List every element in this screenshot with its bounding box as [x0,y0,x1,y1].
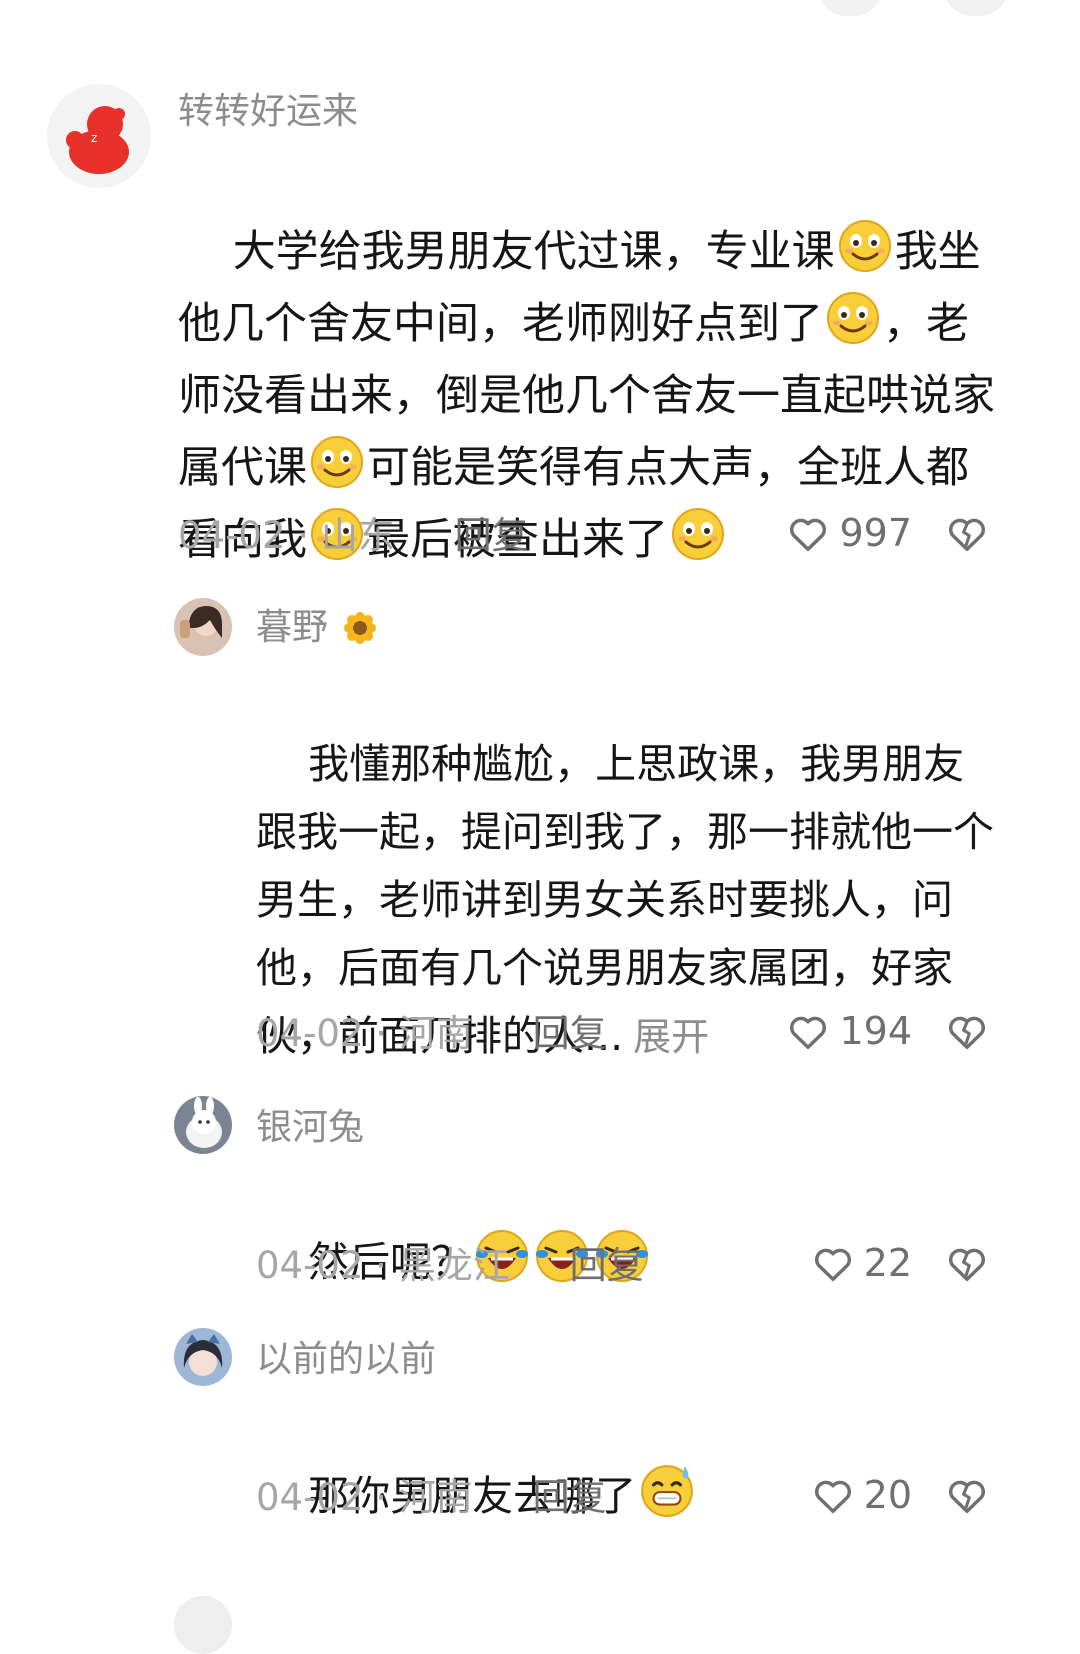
comment-location: 山东 [320,514,395,557]
dislike-button[interactable] [944,510,990,556]
avatar[interactable] [174,1596,232,1654]
dislike-button[interactable] [944,1240,990,1286]
avatar[interactable] [174,1328,232,1386]
comment-location: 河南 [398,1012,473,1055]
comment-date: 04-02 [256,1012,364,1055]
comment-meta: 04-02 · 黑龙江 回复 [256,1244,644,1288]
heart-outline-icon [785,510,831,556]
comment-location: 河南 [398,1476,473,1519]
heart-outline-icon [810,1472,856,1518]
comment-location: 黑龙江 [398,1244,510,1287]
heart-outline-icon [785,1008,831,1054]
like-count: 194 [839,1009,912,1053]
broken-heart-icon [944,1008,990,1054]
comment-text-segment: 大学给我男朋友代过课，专业课 [232,227,835,277]
reply-button[interactable]: 回复 [570,1244,644,1287]
comment-meta: 04-02 · 河南 回复 [256,1476,607,1520]
like-count: 22 [863,1241,912,1285]
sly-smile-emoji-icon [837,218,893,274]
dislike-button[interactable] [944,1008,990,1054]
like-button[interactable]: 22 [810,1240,912,1286]
dislike-button[interactable] [944,1472,990,1518]
expand-link[interactable]: 展开 [633,1015,709,1059]
like-count: 997 [839,511,912,555]
reply-button[interactable]: 回复 [533,1012,607,1055]
reply-button[interactable]: 回复 [455,514,529,557]
comment-date: 04-02 [256,1244,364,1287]
comment-username[interactable]: 暮野 [256,606,377,656]
comment-username[interactable]: 银河兔 [256,1106,364,1150]
sunflower-icon [343,611,377,656]
comment-meta: 04-02 · 河南 回复 [256,1012,607,1056]
broken-heart-icon [944,1240,990,1286]
comment-username[interactable]: 以前的以前 [256,1338,436,1382]
comment-username[interactable]: 转转好运来 [178,90,358,134]
broken-heart-icon [944,510,990,556]
like-button[interactable]: 194 [785,1008,912,1054]
heart-outline-icon [810,1240,856,1286]
meta-separator: · [375,1476,388,1519]
comment-text: 大学给我男朋友代过课，专业课 我坐他几个舍友中间，老师刚好点到了 ，老师没看出来，倒… [178,144,998,648]
reply-button[interactable]: 回复 [533,1476,607,1519]
broken-heart-icon [944,1472,990,1518]
like-button[interactable]: 997 [785,510,912,556]
sly-smile-emoji-icon [309,434,365,490]
top-action-button[interactable] [818,0,882,16]
like-count: 20 [863,1473,912,1517]
comment-text: 我懂那种尴尬，上思政课，我男朋友跟我一起，提问到我了，那一排就他一个男生，老师讲… [256,662,996,1139]
comment-meta: 04-02 · 山东 回复 [178,514,529,558]
comment-date: 04-02 [178,514,286,557]
username-text: 暮野 [256,607,329,648]
avatar[interactable] [174,598,232,656]
meta-separator: · [297,514,310,557]
comment-date: 04-02 [256,1476,364,1519]
meta-separator: · [375,1244,388,1287]
meta-separator: · [375,1012,388,1055]
sly-smile-emoji-icon [670,506,726,562]
like-button[interactable]: 20 [810,1472,912,1518]
avatar[interactable]: z [47,84,151,188]
grinning-sweat-emoji-icon [638,1460,696,1518]
svg-text:z: z [91,131,97,145]
sly-smile-emoji-icon [825,290,881,346]
avatar[interactable] [174,1096,232,1154]
top-action-button[interactable] [944,0,1008,16]
